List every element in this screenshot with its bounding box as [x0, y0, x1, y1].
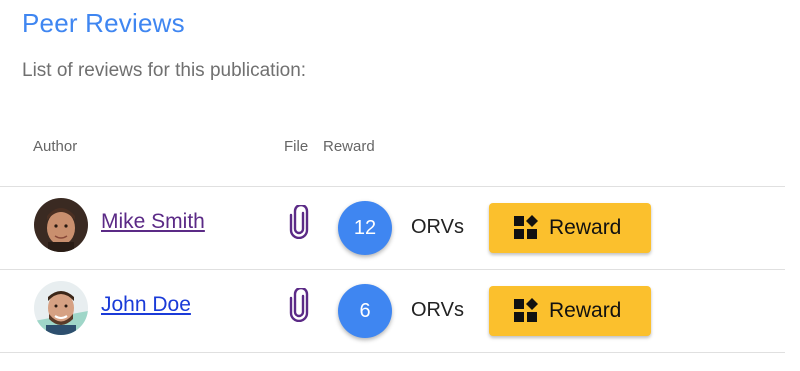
avatar [34, 281, 88, 335]
peer-reviews-page: Peer Reviews List of reviews for this pu… [0, 0, 800, 371]
page-subtitle: List of reviews for this publication: [22, 60, 307, 81]
paperclip-icon[interactable] [288, 286, 310, 323]
column-header-file: File [284, 138, 309, 155]
currency-label: ORVs [411, 216, 464, 238]
blocks-icon [514, 298, 538, 322]
column-header-reward: Reward [323, 138, 375, 155]
avatar [34, 198, 88, 252]
column-header-author: Author [33, 138, 78, 155]
author-link[interactable]: Mike Smith [101, 210, 205, 234]
table-header: Author File Reward [0, 122, 785, 187]
author-link[interactable]: John Doe [101, 293, 191, 317]
table-row: Mike Smith 12 ORVs Reward [0, 187, 785, 270]
currency-label: ORVs [411, 299, 464, 321]
reviews-table: Author File Reward Mike Smith 12 ORVs Re… [0, 122, 785, 353]
reward-button-label: Reward [549, 216, 622, 239]
reward-count-badge: 6 [338, 284, 392, 338]
reward-count-badge: 12 [338, 201, 392, 255]
blocks-icon [514, 215, 538, 239]
reward-button[interactable]: Reward [489, 203, 651, 253]
table-row: John Doe 6 ORVs Reward [0, 270, 785, 353]
page-title: Peer Reviews [22, 8, 185, 38]
paperclip-icon[interactable] [288, 203, 310, 240]
reward-button-label: Reward [549, 299, 622, 322]
reward-button[interactable]: Reward [489, 286, 651, 336]
